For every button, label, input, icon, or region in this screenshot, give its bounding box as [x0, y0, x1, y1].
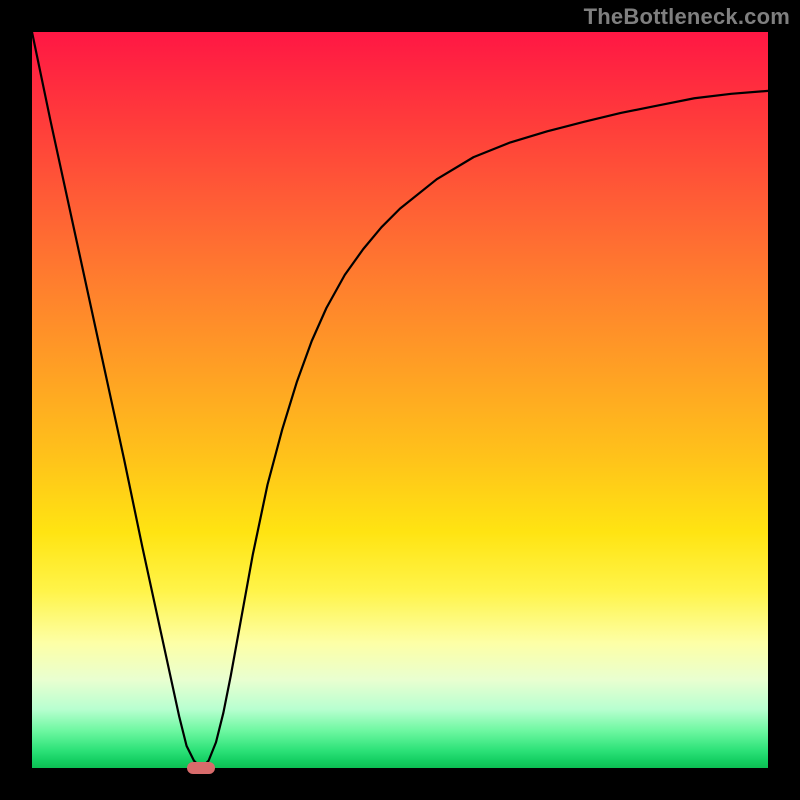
watermark-text: TheBottleneck.com — [584, 4, 790, 30]
plot-area — [32, 32, 768, 768]
curve-svg — [32, 32, 768, 768]
minimum-marker — [187, 762, 215, 774]
chart-frame: TheBottleneck.com — [0, 0, 800, 800]
bottleneck-curve — [32, 32, 768, 768]
